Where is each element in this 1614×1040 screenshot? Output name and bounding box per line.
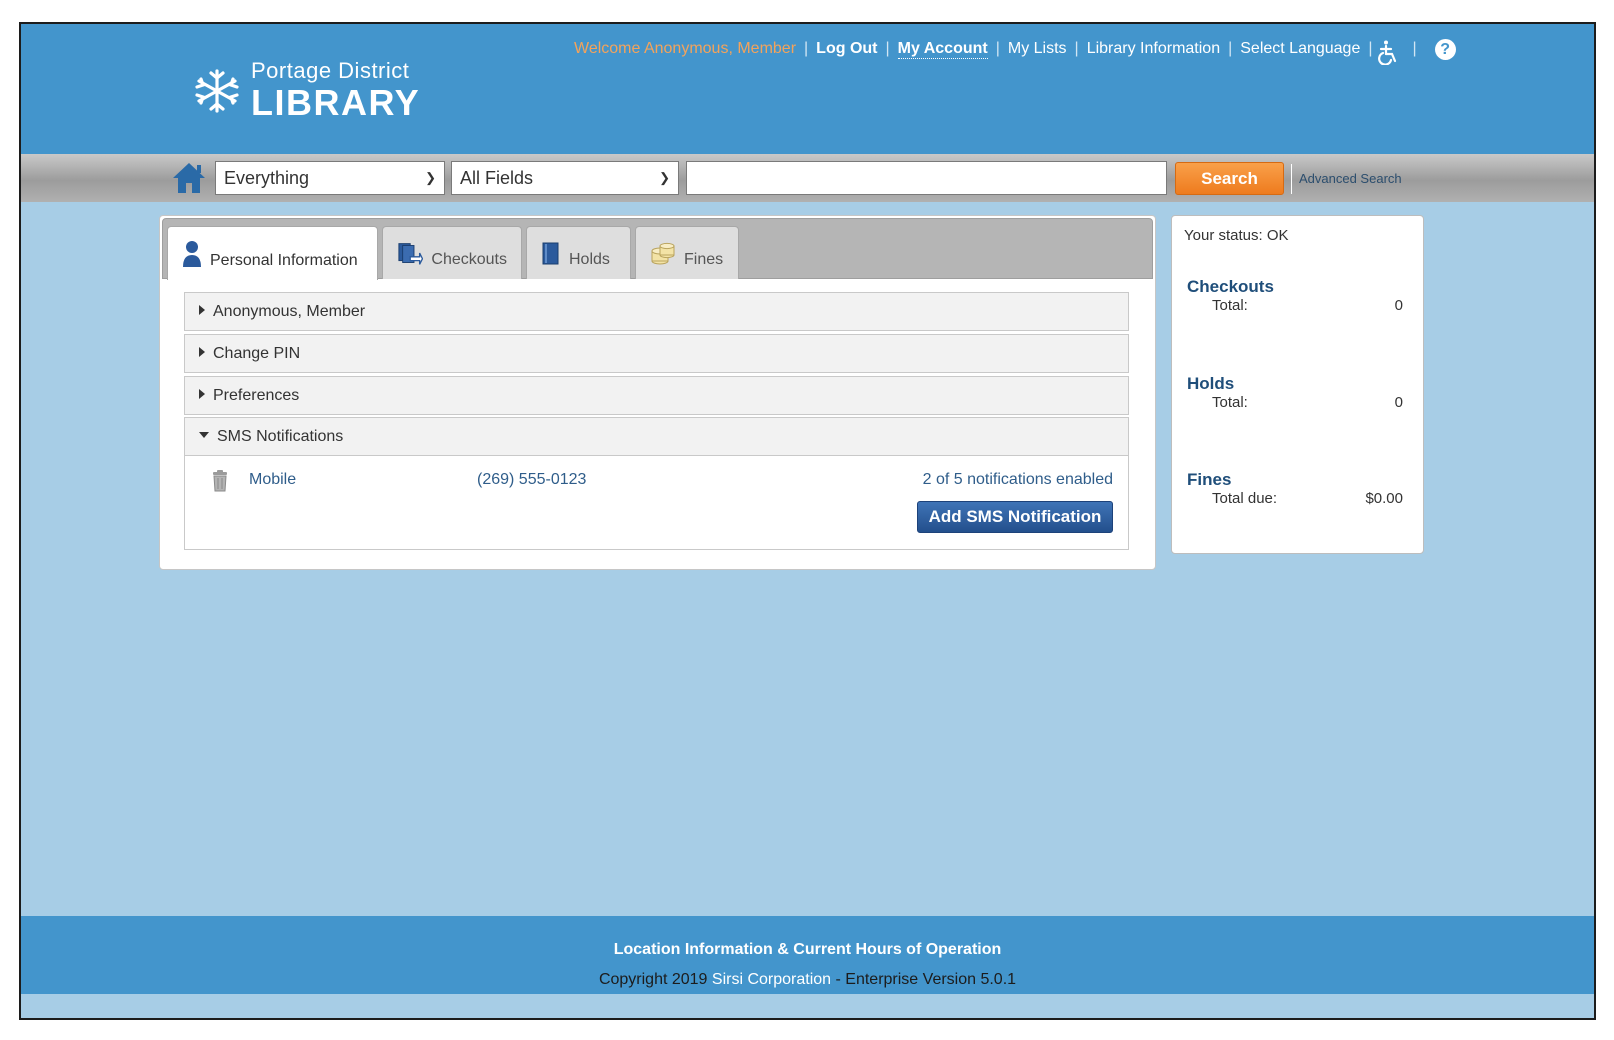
status-holds-value: 0 [1394, 394, 1403, 411]
copyright-text: Copyright 2019 Sirsi Corporation - Enter… [21, 971, 1594, 989]
section-change-pin[interactable]: Change PIN [184, 334, 1129, 373]
tab-fines[interactable]: Fines [635, 226, 739, 279]
search-bar: Everything ❯ All Fields ❯ Search Advance… [21, 154, 1594, 202]
section-label: Anonymous, Member [213, 303, 366, 320]
sirsi-link[interactable]: Sirsi Corporation [712, 971, 831, 988]
tab-label: Personal Information [210, 252, 358, 269]
checkouts-icon [398, 243, 424, 265]
account-status: Your status: OK [1184, 227, 1289, 244]
link-separator: | [1074, 40, 1079, 57]
section-label: Preferences [213, 387, 300, 404]
link-separator: | [804, 40, 809, 57]
page-frame: Portage District LIBRARY Welcome Anonymo… [19, 22, 1596, 1020]
my-lists-link[interactable]: My Lists [1008, 40, 1067, 58]
link-separator: | [995, 40, 1000, 57]
search-input[interactable] [686, 161, 1167, 195]
search-divider [1291, 164, 1292, 194]
person-icon [183, 241, 201, 267]
section-preferences[interactable]: Preferences [184, 376, 1129, 415]
logout-link[interactable]: Log Out [816, 40, 877, 58]
status-checkouts-title[interactable]: Checkouts [1187, 277, 1274, 297]
advanced-search-link[interactable]: Advanced Search [1299, 171, 1402, 186]
top-links-bar: Welcome Anonymous, Member | Log Out | My… [574, 33, 1456, 65]
help-icon[interactable]: ? [1434, 38, 1456, 60]
caret-down-icon [199, 431, 209, 438]
section-label: SMS Notifications [217, 428, 344, 445]
account-panel: Personal Information Checkouts Holds Fin… [159, 215, 1156, 570]
sms-notifications-content: Mobile (269) 555-0123 2 of 5 notificatio… [184, 456, 1129, 550]
tab-label: Fines [684, 251, 724, 268]
link-separator: | [1228, 40, 1233, 57]
my-account-link[interactable]: My Account [897, 40, 988, 59]
status-checkouts-label: Total: [1212, 297, 1248, 314]
link-separator: | [885, 40, 890, 57]
search-field-select[interactable]: All Fields ❯ [451, 161, 679, 195]
select-language-link[interactable]: Select Language [1240, 40, 1360, 58]
library-logo-icon [195, 68, 239, 113]
holds-book-icon [542, 242, 559, 265]
status-fines-value: $0.00 [1365, 490, 1403, 507]
library-logo[interactable]: Portage District LIBRARY [191, 60, 420, 121]
caret-right-icon [199, 346, 205, 357]
search-field-value: All Fields [460, 168, 534, 188]
status-fines-title[interactable]: Fines [1187, 470, 1231, 490]
home-icon[interactable] [171, 160, 207, 196]
fines-coins-icon [651, 242, 675, 265]
status-holds-label: Total: [1212, 394, 1248, 411]
search-type-value: Everything [224, 168, 310, 188]
accessibility-icon[interactable] [1377, 39, 1399, 65]
link-separator: | [1412, 40, 1417, 57]
tab-holds[interactable]: Holds [526, 226, 631, 279]
section-label: Change PIN [213, 345, 301, 362]
add-sms-notification-button[interactable]: Add SMS Notification [917, 501, 1113, 533]
tab-checkouts[interactable]: Checkouts [382, 226, 522, 279]
search-type-select[interactable]: Everything ❯ [215, 161, 445, 195]
section-member-name[interactable]: Anonymous, Member [184, 292, 1129, 331]
chevron-down-icon: ❯ [659, 170, 670, 185]
sms-phone-number: (269) 555-0123 [477, 471, 587, 488]
status-checkouts-value: 0 [1394, 297, 1403, 314]
trash-icon[interactable] [212, 470, 228, 492]
tab-label: Holds [569, 251, 610, 268]
link-separator: | [1368, 40, 1373, 57]
site-header: Portage District LIBRARY Welcome Anonymo… [21, 24, 1594, 154]
sms-enabled-link[interactable]: 2 of 5 notifications enabled [923, 471, 1113, 489]
status-holds-title[interactable]: Holds [1187, 374, 1234, 394]
account-tabs: Personal Information Checkouts Holds Fin… [162, 218, 1153, 280]
location-hours-link[interactable]: Location Information & Current Hours of … [21, 941, 1594, 959]
chevron-down-icon: ❯ [425, 170, 436, 185]
section-sms-notifications[interactable]: SMS Notifications [184, 417, 1129, 456]
sms-device-link[interactable]: Mobile [249, 471, 296, 489]
caret-right-icon [199, 304, 205, 315]
search-button[interactable]: Search [1175, 162, 1284, 195]
tab-label: Checkouts [431, 251, 507, 268]
copyright-prefix: Copyright 2019 [598, 971, 712, 988]
caret-right-icon [199, 388, 205, 399]
library-information-link[interactable]: Library Information [1087, 40, 1220, 58]
tab-personal-information[interactable]: Personal Information [167, 226, 378, 280]
site-footer: Location Information & Current Hours of … [21, 916, 1594, 994]
version-text: - Enterprise Version 5.0.1 [831, 971, 1017, 988]
status-fines-label: Total due: [1212, 490, 1278, 507]
logo-line-2: LIBRARY [251, 82, 421, 123]
logo-line-1: Portage District [251, 58, 410, 83]
welcome-text: Welcome Anonymous, Member [574, 40, 797, 57]
account-status-panel: Your status: OK Checkouts Total: 0 Holds… [1171, 215, 1424, 554]
